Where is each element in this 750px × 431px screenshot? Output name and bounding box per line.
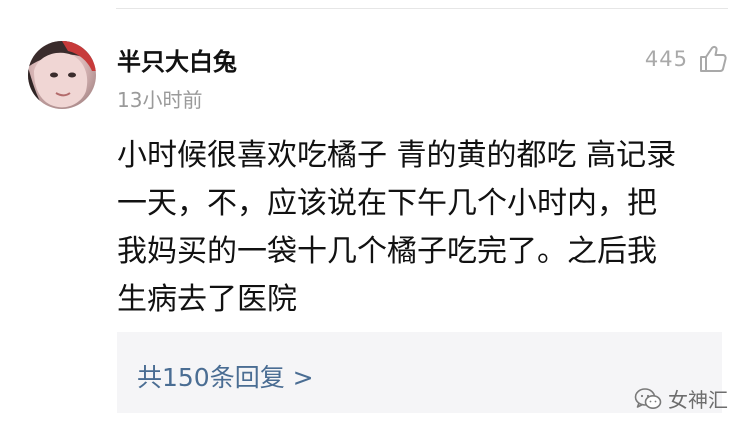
comment-line: 小时候很喜欢吃橘子 青的黄的都吃 高记录	[117, 138, 677, 173]
avatar[interactable]	[28, 41, 96, 109]
top-divider	[116, 8, 728, 9]
view-replies-link[interactable]: 共150条回复 >	[137, 358, 314, 394]
watermark: 女神汇	[634, 384, 728, 413]
username[interactable]: 半只大白兔	[117, 42, 237, 77]
comment-line: 我妈买的一袋十几个橘子吃完了。之后我	[117, 234, 657, 269]
replies-panel[interactable]: 共150条回复 >	[117, 332, 722, 413]
comment-body: 小时候很喜欢吃橘子 青的黄的都吃 高记录 一天，不，应该说在下午几个小时内，把 …	[117, 132, 727, 324]
comment-line: 生病去了医院	[117, 282, 297, 317]
thumbs-up-icon[interactable]	[698, 44, 728, 74]
wechat-icon	[634, 387, 662, 409]
timestamp: 13小时前	[117, 88, 203, 112]
avatar-photo-icon	[28, 41, 96, 109]
comment-line: 一天，不，应该说在下午几个小时内，把	[117, 186, 657, 221]
watermark-text: 女神汇	[668, 388, 728, 412]
like-control[interactable]: 445	[645, 44, 728, 74]
like-count: 445	[644, 47, 688, 71]
